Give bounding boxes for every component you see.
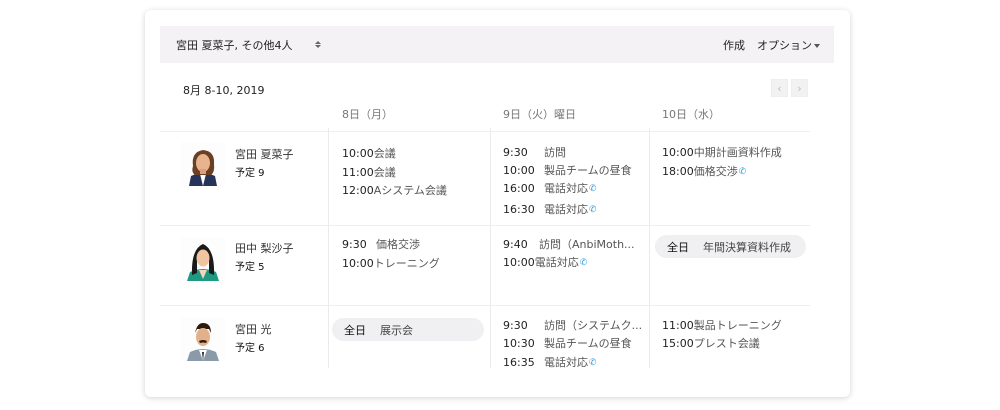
event-time: 16:30 [503,203,535,216]
event-title: 価格交渉 [376,238,420,251]
event-time: 11:00 [662,319,694,332]
all-day-event[interactable]: 全日 展示会 [332,318,484,341]
person-name: 宮田 光 [235,323,272,336]
sort-icon [314,41,321,48]
event-item[interactable]: 15:00プレスト会議 [662,335,760,351]
event-time: 9:40 [503,238,528,251]
row-divider [160,131,810,132]
day-header: 8日（月） [342,108,393,121]
people-selector[interactable]: 宮田 夏菜子, その他4人 [176,37,321,53]
phone-icon: ✆ [589,205,597,215]
event-item[interactable]: 10:00中期計画資料作成 [662,144,782,160]
event-time: 10:00 [503,164,535,177]
people-selector-label: 宮田 夏菜子, その他4人 [176,38,293,52]
event-title: プレスト会議 [693,337,760,350]
event-item[interactable]: 16:35 電話対応✆ [503,354,597,370]
event-time: 10:00 [342,147,374,160]
next-week-button[interactable]: › [791,79,808,97]
phone-icon: ✆ [579,258,588,268]
calendar-toolbar: 宮田 夏菜子, その他4人 作成 オプション [160,26,834,63]
row-divider [160,305,810,306]
event-count: 予定 5 [235,262,265,273]
event-item[interactable]: 16:30 電話対応✆ [503,201,597,217]
event-title: 訪問 [544,146,566,159]
event-title: 製品チームの昼食 [544,337,632,350]
chevron-down-icon [814,43,820,48]
event-time: 18:00 [662,165,694,178]
event-time: 10:00 [662,146,694,159]
event-count: 予定 6 [235,343,265,354]
event-time: 9:30 [503,146,528,159]
event-title: トレーニング [373,257,440,270]
event-title: 電話対応 [534,256,579,269]
event-item[interactable]: 9:30 価格交渉 [342,236,420,252]
create-button[interactable]: 作成 [723,37,745,53]
phone-icon: ✆ [589,184,597,194]
person-name: 宮田 夏菜子 [235,148,294,161]
options-label: オプション [757,38,812,52]
event-count: 予定 9 [235,168,265,179]
event-item[interactable]: 10:30 製品チームの昼食 [503,335,632,351]
event-time: 9:30 [503,319,528,332]
day-header: 10日（水） [662,108,720,121]
event-title: 電話対応 [544,182,588,195]
event-item[interactable]: 12:00Aシステム会議 [342,182,447,198]
event-item[interactable]: 9:30 訪問 [503,144,566,160]
event-title: 会議 [373,166,396,179]
prev-week-button[interactable]: ‹ [771,79,788,97]
event-time: 11:00 [342,166,374,179]
event-item[interactable]: 10:00 製品チームの昼食 [503,162,632,178]
event-title: 価格交渉 [693,165,738,178]
row-divider [160,225,810,226]
column-divider [649,128,650,368]
date-range: 8月 8-10, 2019 [183,84,265,97]
column-divider [490,128,491,368]
event-time: 16:00 [503,182,535,195]
event-time: 16:35 [503,356,535,369]
event-title: 年間決算資料作成 [703,240,791,254]
event-title: 展示会 [380,323,413,337]
event-title: 製品チームの昼食 [544,164,632,177]
event-title: 会議 [373,147,396,160]
event-time: 12:00 [342,184,374,197]
event-title: Aシステム会議 [373,184,447,197]
event-item[interactable]: 9:30 訪問（システムク... [503,317,642,333]
event-item[interactable]: 9:40 訪問（AnbiMoth... [503,236,635,252]
person-name: 田中 梨沙子 [235,242,294,255]
calendar-card: 宮田 夏菜子, その他4人 作成 オプション 8月 8-10, 2019 ‹ ›… [145,10,850,397]
event-time: 10:00 [503,256,535,269]
event-title: 製品トレーニング [693,319,782,332]
event-time: 15:00 [662,337,694,350]
column-divider [328,128,329,368]
event-title: 電話対応 [544,356,588,369]
avatar[interactable] [181,237,225,281]
event-title: 訪問（システムク... [544,319,643,332]
day-header: 9日（火）曜日 [503,108,576,121]
event-title: 訪問（AnbiMoth... [539,238,635,251]
avatar[interactable] [181,142,225,186]
event-time: 10:00 [342,257,374,270]
phone-icon: ✆ [738,167,747,177]
avatar[interactable] [181,317,225,361]
event-item[interactable]: 10:00電話対応✆ [503,254,587,270]
all-day-tag: 全日 [344,323,366,337]
event-item[interactable]: 10:00トレーニング [342,255,440,271]
event-time: 9:30 [342,238,367,251]
all-day-event[interactable]: 全日 年間決算資料作成 [655,235,806,258]
options-menu[interactable]: オプション [757,37,820,53]
event-item[interactable]: 18:00価格交渉✆ [662,163,746,179]
event-title: 中期計画資料作成 [693,146,782,159]
all-day-tag: 全日 [667,240,689,254]
event-time: 10:30 [503,337,535,350]
phone-icon: ✆ [589,358,597,368]
event-title: 電話対応 [544,203,588,216]
event-item[interactable]: 11:00製品トレーニング [662,317,782,333]
event-item[interactable]: 10:00会議 [342,145,396,161]
event-item[interactable]: 16:00 電話対応✆ [503,180,597,196]
event-item[interactable]: 11:00会議 [342,164,396,180]
